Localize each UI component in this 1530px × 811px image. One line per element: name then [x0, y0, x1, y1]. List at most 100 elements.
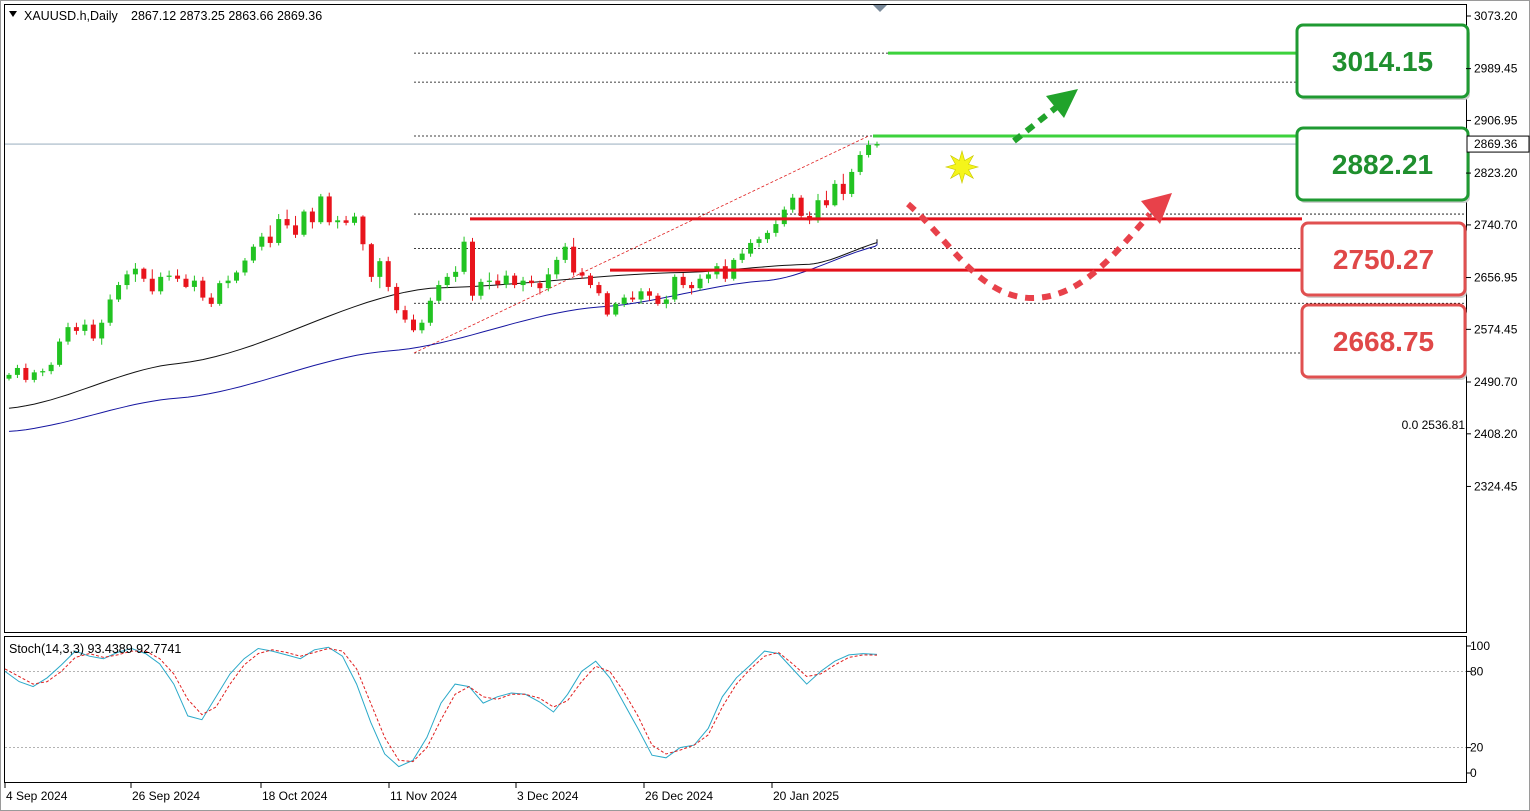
price-levels: [470, 51, 1302, 272]
candle-body: [73, 327, 79, 331]
candle: [6, 373, 12, 381]
candle-body: [436, 285, 442, 301]
level-box: 2882.21: [1295, 126, 1470, 203]
level-box-value: 2882.21: [1332, 149, 1433, 180]
candle: [225, 275, 231, 289]
candle-body: [832, 183, 838, 206]
candle-body: [781, 209, 787, 225]
candle-body: [680, 276, 686, 286]
price-tick-label: 2989.45: [1474, 62, 1518, 76]
candle-body: [259, 236, 265, 247]
candle-body: [705, 274, 711, 279]
candle: [773, 220, 779, 237]
candle: [680, 273, 686, 289]
candle: [520, 276, 526, 292]
candle: [655, 293, 661, 306]
candle: [57, 338, 63, 367]
candle-body: [149, 278, 155, 292]
candle: [183, 274, 189, 289]
level-box-value: 3014.15: [1332, 46, 1433, 77]
candle: [116, 281, 122, 303]
chart-shift-marker-icon[interactable]: [873, 5, 887, 12]
candle-body: [579, 272, 585, 276]
candle: [293, 215, 299, 238]
candle: [739, 249, 745, 264]
candle: [377, 258, 383, 289]
candle-body: [200, 280, 206, 298]
candle: [697, 274, 703, 291]
candle-body: [158, 276, 164, 292]
candle-body: [655, 295, 661, 304]
candle-body: [267, 236, 273, 243]
candle: [495, 274, 501, 289]
candle: [124, 270, 130, 290]
stoch-tick-label: 100: [1470, 639, 1490, 653]
candle-body: [411, 319, 417, 331]
candle-body: [764, 232, 770, 240]
price-tick-label: 3073.20: [1474, 9, 1518, 23]
candle: [234, 270, 240, 284]
candle-body: [82, 324, 88, 331]
candle-body: [874, 144, 880, 146]
candle-body: [234, 272, 240, 281]
candle-body: [672, 276, 678, 300]
price-tick-label: 2823.20: [1474, 166, 1518, 180]
candle: [436, 280, 442, 304]
candle-body: [175, 275, 181, 279]
candle-body: [31, 372, 37, 380]
candle: [571, 237, 577, 276]
candle-body: [790, 197, 796, 210]
candle: [360, 215, 366, 251]
candle: [175, 269, 181, 282]
level-box-value: 2668.75: [1333, 326, 1434, 357]
stochastic-label: Stoch(14,3,3) 93.4389 92.7741: [9, 642, 181, 656]
candle-body: [663, 299, 669, 304]
candle-body: [318, 196, 324, 223]
time-tick-label: 4 Sep 2024: [6, 789, 68, 803]
candle-body: [326, 196, 332, 223]
candle-body: [444, 276, 450, 286]
candle: [385, 256, 391, 292]
candle-body: [478, 281, 484, 296]
candle-body: [343, 220, 349, 223]
candlesticks: [6, 140, 880, 383]
level-box: 2668.75: [1300, 303, 1467, 380]
candle-body: [40, 371, 46, 373]
dropdown-triangle-icon[interactable]: [9, 11, 17, 17]
level-boxes: 3014.15 2882.21 2750.27 2668.75: [1295, 23, 1470, 380]
candle-body: [107, 299, 113, 323]
candle-body: [99, 322, 105, 339]
candle: [48, 362, 54, 375]
moving-average-black: [8, 239, 878, 409]
candle: [781, 206, 787, 227]
time-tick-label: 11 Nov 2024: [390, 789, 457, 803]
candle: [461, 236, 467, 275]
candle: [200, 276, 206, 301]
candle-body: [545, 274, 551, 289]
candle-body: [6, 374, 12, 379]
candle-body: [562, 246, 568, 260]
candle: [756, 236, 762, 248]
candle-body: [461, 241, 467, 272]
candle-body: [377, 261, 383, 277]
candle: [866, 140, 872, 158]
candle-body: [748, 242, 754, 254]
candle-body: [613, 303, 619, 315]
stoch-d-line: [4, 647, 878, 763]
candle-body: [191, 280, 197, 287]
candle-body: [57, 341, 63, 365]
chart-outer-frame: [0, 0, 1530, 811]
candle: [301, 209, 307, 237]
candle: [141, 267, 147, 282]
candle: [284, 209, 290, 229]
candle-body: [866, 144, 872, 155]
time-tick-label: 26 Sep 2024: [132, 789, 200, 803]
candle-body: [469, 241, 475, 296]
ohlc-readout: 2867.12 2873.25 2863.66 2869.36: [131, 9, 322, 23]
candle-body: [495, 280, 501, 285]
candle-body: [208, 297, 214, 304]
candle-body: [368, 244, 374, 277]
fibonacci-lines: [5, 52, 1466, 354]
candle: [604, 291, 610, 317]
candle: [368, 242, 374, 282]
